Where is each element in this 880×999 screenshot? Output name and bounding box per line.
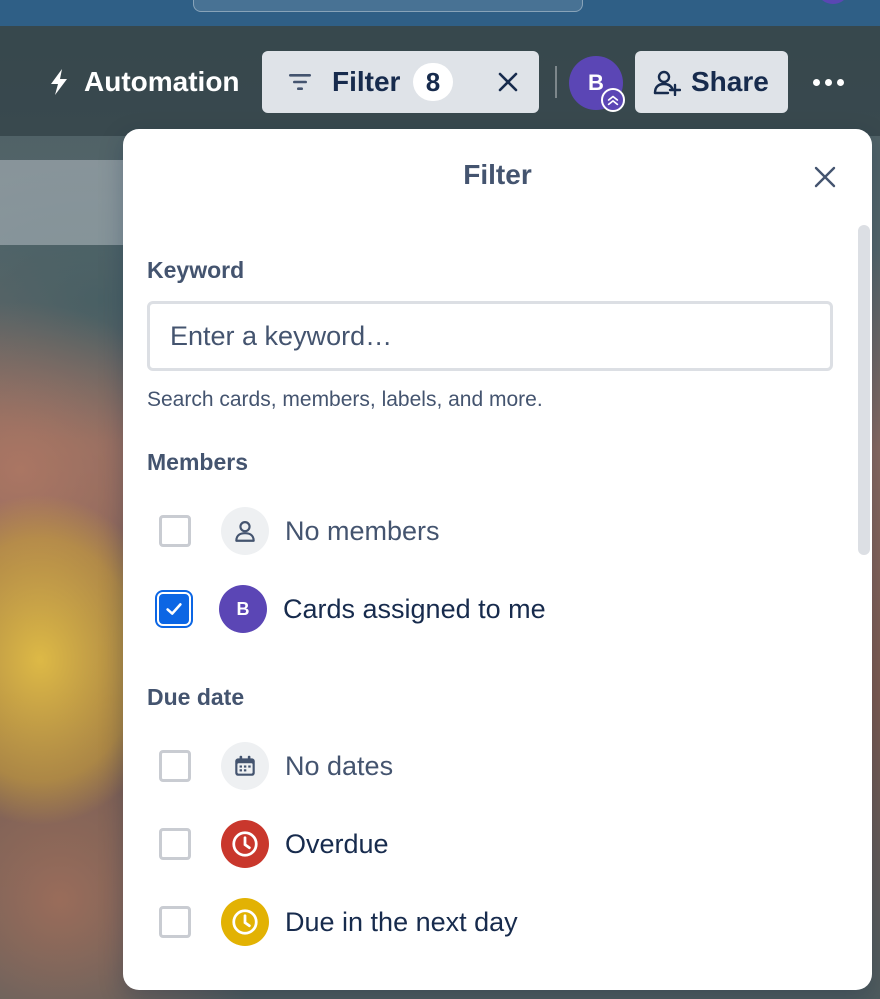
close-icon [814,166,836,188]
add-person-icon [653,70,681,96]
clock-icon [221,898,269,946]
top-search-field[interactable] [193,0,583,12]
filter-button[interactable]: Filter 8 [262,51,539,113]
filter-option-overdue[interactable]: Overdue [159,816,799,872]
keyword-helper-text: Search cards, members, labels, and more. [147,388,543,411]
filter-option-assigned-to-me[interactable]: B Cards assigned to me [159,581,799,637]
popover-title: Filter [463,159,532,190]
share-button[interactable]: Share [635,51,788,113]
keyword-input[interactable] [147,301,833,371]
clear-filter-button[interactable] [494,68,522,96]
background-band [0,160,140,245]
filter-option-due-next-day[interactable]: Due in the next day [159,894,799,950]
overdue-checkbox[interactable] [159,828,191,860]
due-next-day-checkbox[interactable] [159,906,191,938]
due-date-section-label: Due date [147,684,245,710]
share-label: Share [691,66,769,97]
top-account-avatar[interactable] [818,0,848,4]
members-section-label: Members [147,449,248,475]
no-dates-label: No dates [285,750,394,781]
filter-count-badge: 8 [413,63,453,101]
close-popover-button[interactable] [809,161,841,193]
overdue-label: Overdue [285,828,389,859]
filter-option-no-members[interactable]: No members [159,503,799,559]
automation-button[interactable]: Automation [40,58,248,106]
filter-label: Filter [332,66,401,97]
filter-option-no-dates[interactable]: No dates [159,738,799,794]
dot-icon [824,78,832,86]
scrollbar-thumb[interactable] [858,225,870,555]
admin-chevron-icon [601,88,625,112]
checkmark-icon [166,603,182,615]
calendar-icon [221,742,269,790]
member-avatar-small: B [219,585,267,633]
close-icon [498,72,518,92]
keyword-section-label: Keyword [147,257,245,283]
avatar-initial: B [588,70,604,95]
due-next-day-label: Due in the next day [285,906,518,937]
person-icon [221,507,269,555]
board-member-avatar[interactable]: B [569,56,625,112]
top-nav-bar [0,0,880,26]
assigned-to-me-label: Cards assigned to me [283,593,546,624]
no-dates-checkbox[interactable] [159,750,191,782]
header-divider [555,66,557,98]
filter-icon [289,74,311,90]
assigned-to-me-checkbox[interactable] [159,594,189,624]
filter-popover: Filter Keyword Search cards, members, la… [123,129,872,990]
dot-icon [812,78,820,86]
no-members-checkbox[interactable] [159,515,191,547]
dot-icon [836,78,844,86]
automation-label: Automation [84,66,240,97]
clock-icon [221,820,269,868]
more-options-button[interactable] [806,62,850,102]
no-members-label: No members [285,515,440,546]
lightning-icon [51,69,67,95]
